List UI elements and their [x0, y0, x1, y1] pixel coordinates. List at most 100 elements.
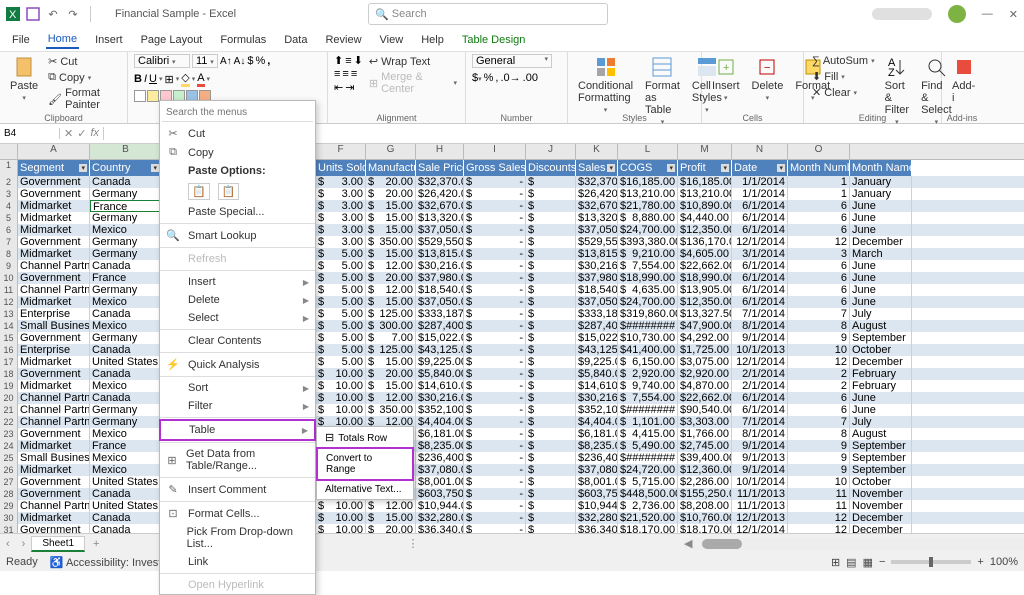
col-head-J[interactable]: J	[526, 144, 576, 159]
autosum-button[interactable]: ∑AutoSum▾	[810, 54, 877, 68]
font-size-select[interactable]: 11 ▾	[192, 54, 218, 68]
cut-button[interactable]: ✂Cut	[46, 54, 121, 69]
paste-option-icon[interactable]: 📋	[218, 183, 240, 200]
new-sheet-icon[interactable]: +	[85, 538, 107, 550]
menu-table-design[interactable]: Table Design	[460, 32, 528, 48]
menu-insert[interactable]: Insert	[93, 32, 125, 48]
table-row[interactable]: 15GovernmentGermany$2146$5.00$7.00$15,02…	[0, 332, 1024, 344]
submenu-item-alternative-text-[interactable]: Alternative Text...	[317, 480, 413, 499]
table-row[interactable]: 9Channel PartnersCanada$2518$5.00$12.00$…	[0, 260, 1024, 272]
table-row[interactable]: 19MidmarketMexico$974$10.00$15.00$14,610…	[0, 380, 1024, 392]
menu-item-format-cells-[interactable]: ⊡Format Cells...	[160, 504, 315, 523]
zoom-in-icon[interactable]: +	[977, 556, 983, 568]
color-swatch[interactable]	[134, 90, 146, 102]
table-row[interactable]: 12MidmarketMexico$2470$5.00$15.00$37,050…	[0, 296, 1024, 308]
table-row[interactable]: 11Channel PartnersGermany$1545$5.00$12.0…	[0, 284, 1024, 296]
table-row[interactable]: 29Channel PartnersUnited States of A$912…	[0, 500, 1024, 512]
table-header[interactable]: Sale Price▾	[416, 160, 464, 176]
addins-button[interactable]: Add-i	[948, 54, 979, 106]
col-head-L[interactable]: L	[618, 144, 678, 159]
table-row[interactable]: 13EnterpriseCanada$2665.5$5.00$125.00$33…	[0, 308, 1024, 320]
align-left-icon[interactable]: ≡	[334, 68, 340, 80]
horizontal-scrollbar[interactable]: ◀	[684, 538, 1024, 550]
cond-format-button[interactable]: Conditional Formatting▾	[574, 54, 637, 116]
table-row[interactable]: 8MidmarketGermany$921$5.00$15.00$13,815.…	[0, 248, 1024, 260]
indent-dec-icon[interactable]: ⇤	[334, 81, 343, 94]
table-row[interactable]: 18GovernmentCanada$292$10.00$20.00$5,840…	[0, 368, 1024, 380]
menu-help[interactable]: Help	[419, 32, 446, 48]
menu-item-copy[interactable]: ⧉Copy	[160, 143, 315, 162]
menu-item-delete[interactable]: Delete▶	[160, 291, 315, 309]
table-row[interactable]: 3GovernmentGermany$1321$3.00$20.00$26,42…	[0, 188, 1024, 200]
table-row[interactable]: 2GovernmentCanada$1618.5$3.00$20.00$32,3…	[0, 176, 1024, 188]
menu-page-layout[interactable]: Page Layout	[139, 32, 205, 48]
menu-item-paste-options-[interactable]: Paste Options:	[160, 162, 315, 180]
col-head-N[interactable]: N	[732, 144, 788, 159]
cancel-fx-icon[interactable]: ✕	[64, 127, 73, 140]
table-row[interactable]: 28GovernmentCanada$1725$10.00$350.00$603…	[0, 488, 1024, 500]
indent-inc-icon[interactable]: ⇥	[345, 81, 354, 94]
zoom-out-icon[interactable]: −	[879, 556, 885, 568]
redo-icon[interactable]: ↷	[66, 7, 80, 21]
align-top-icon[interactable]: ⬆	[334, 54, 343, 67]
font-name-select[interactable]: Calibri ▾	[134, 54, 190, 68]
fill-button[interactable]: ⬇Fill▾	[810, 69, 877, 84]
number-format-select[interactable]: General ▾	[472, 54, 552, 68]
save-icon[interactable]	[26, 7, 40, 21]
menu-item-cut[interactable]: ✂Cut	[160, 124, 315, 143]
table-header[interactable]: Gross Sales▾	[464, 160, 526, 176]
table-row[interactable]: 26MidmarketMexico$2472$10.00$15.00$37,08…	[0, 464, 1024, 476]
table-row[interactable]: 16EnterpriseCanada$345$5.00$125.00$43,12…	[0, 344, 1024, 356]
menu-item-link[interactable]: Link	[160, 553, 315, 571]
table-header[interactable]: Profit▾	[678, 160, 732, 176]
zoom-slider[interactable]	[891, 560, 971, 564]
border-icon[interactable]: ⊞	[164, 73, 173, 86]
submenu-item-convert-to-range[interactable]: Convert to Range	[316, 447, 414, 481]
menu-item-select[interactable]: Select▶	[160, 309, 315, 327]
account-name[interactable]	[872, 8, 932, 20]
copy-button[interactable]: ⧉Copy▾	[46, 70, 121, 85]
menu-item-pick-from-drop-down-list-[interactable]: Pick From Drop-down List...	[160, 523, 315, 553]
format-painter-button[interactable]: 🖌Format Painter	[46, 86, 121, 112]
menu-item-filter[interactable]: Filter▶	[160, 397, 315, 415]
col-head-O[interactable]: O	[788, 144, 850, 159]
table-row[interactable]: 23GovernmentMexico$883$10.00$7.00$6,181.…	[0, 428, 1024, 440]
currency-icon[interactable]: $	[247, 55, 253, 67]
undo-icon[interactable]: ↶	[46, 7, 60, 21]
table-row[interactable]: 24MidmarketFrance$549$10.00$15.00$8,235.…	[0, 440, 1024, 452]
enter-fx-icon[interactable]: ✓	[77, 127, 86, 140]
table-header[interactable]: Month Name▾	[850, 160, 912, 176]
menu-item-quick-analysis[interactable]: ⚡Quick Analysis	[160, 355, 315, 374]
inc-decimal-icon[interactable]: .0→	[500, 72, 520, 84]
menu-item-paste-special-[interactable]: Paste Special...	[160, 203, 315, 221]
percent-icon[interactable]: %	[255, 55, 265, 67]
submenu-item-totals-row[interactable]: ⊟Totals Row	[317, 427, 413, 448]
menu-data[interactable]: Data	[282, 32, 309, 48]
prev-sheet-icon[interactable]: ‹	[0, 538, 16, 550]
merge-button[interactable]: ⊞Merge & Center▾	[367, 70, 459, 96]
percent-btn[interactable]: %	[484, 72, 494, 84]
increase-font-icon[interactable]: A↑	[220, 56, 232, 67]
comma-btn[interactable]: ,	[495, 72, 498, 84]
menu-item-get-data-from-table-range-[interactable]: ⊞Get Data from Table/Range...	[160, 445, 315, 475]
zoom-level[interactable]: 100%	[990, 556, 1018, 568]
table-row[interactable]: 22Channel PartnersGermany$367$10.00$12.0…	[0, 416, 1024, 428]
table-row[interactable]: 20Channel PartnersCanada$2518$10.00$12.0…	[0, 392, 1024, 404]
view-layout-icon[interactable]: ▤	[846, 556, 856, 569]
align-right-icon[interactable]: ≡	[351, 68, 357, 80]
menu-item-insert-comment[interactable]: ✎Insert Comment	[160, 480, 315, 499]
wrap-text-button[interactable]: ↩Wrap Text	[367, 54, 459, 69]
menu-view[interactable]: View	[378, 32, 406, 48]
align-mid-icon[interactable]: ≡	[345, 55, 351, 67]
menu-formulas[interactable]: Formulas	[218, 32, 268, 48]
table-header[interactable]: Country▾	[90, 160, 162, 176]
delete-button[interactable]: −Delete▾	[748, 54, 788, 104]
minimize-icon[interactable]: —	[982, 8, 993, 20]
name-box[interactable]: B4	[0, 128, 60, 139]
dec-decimal-icon[interactable]: .00	[523, 72, 538, 84]
font-color-icon[interactable]: A	[197, 72, 204, 87]
col-head-F[interactable]: F	[316, 144, 366, 159]
search-box[interactable]: 🔍 Search	[368, 3, 608, 25]
avatar[interactable]	[948, 5, 966, 23]
table-row[interactable]: 14Small BusinessMexico$958$5.00$300.00$2…	[0, 320, 1024, 332]
